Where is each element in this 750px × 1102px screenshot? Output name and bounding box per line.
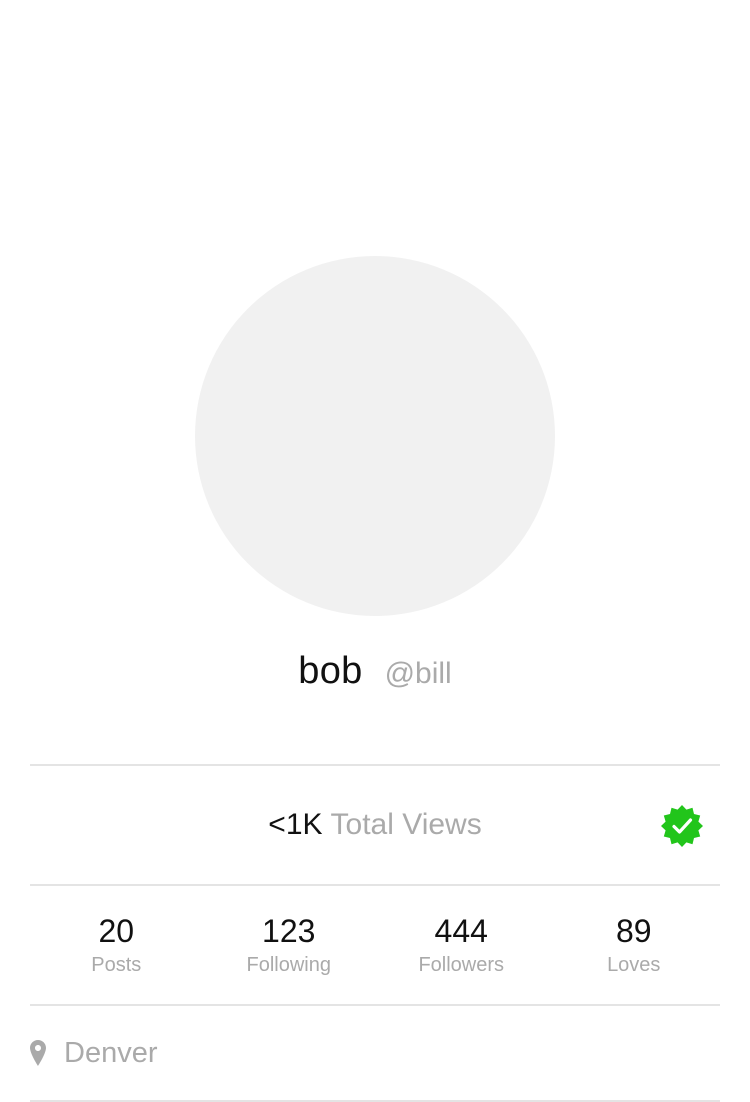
stat-value: 20	[98, 913, 135, 949]
stat-following[interactable]: 123 Following	[203, 886, 376, 1004]
stat-label: Followers	[418, 954, 505, 976]
stat-value: 89	[615, 913, 652, 949]
map-pin-icon	[30, 1040, 46, 1066]
user-handle: @bill	[384, 657, 452, 690]
stat-followers[interactable]: 444 Followers	[375, 886, 548, 1004]
stat-posts[interactable]: 20 Posts	[30, 886, 203, 1004]
total-views-row: <1K Total Views	[30, 766, 720, 884]
total-views-count: <1K	[268, 808, 323, 841]
stat-value: 123	[262, 913, 316, 949]
stat-value: 444	[434, 913, 488, 949]
display-name: bob	[298, 650, 363, 692]
stat-label: Posts	[91, 954, 142, 976]
total-views-label: Total Views	[330, 808, 482, 841]
stat-label: Loves	[607, 954, 661, 976]
avatar[interactable]	[195, 256, 555, 616]
verified-badge-icon	[661, 805, 703, 847]
name-row: bob @bill	[0, 650, 750, 706]
stat-loves[interactable]: 89 Loves	[548, 886, 721, 1004]
stats-row: 20 Posts 123 Following 444 Followers 89 …	[30, 886, 720, 1004]
profile-screen: bob @bill <1K Total Views 20 Posts 123 F…	[0, 0, 750, 1102]
location-row: Denver	[30, 1006, 720, 1100]
location-text: Denver	[64, 1036, 158, 1069]
stat-label: Following	[246, 954, 331, 976]
total-views-text: <1K Total Views	[30, 766, 720, 884]
